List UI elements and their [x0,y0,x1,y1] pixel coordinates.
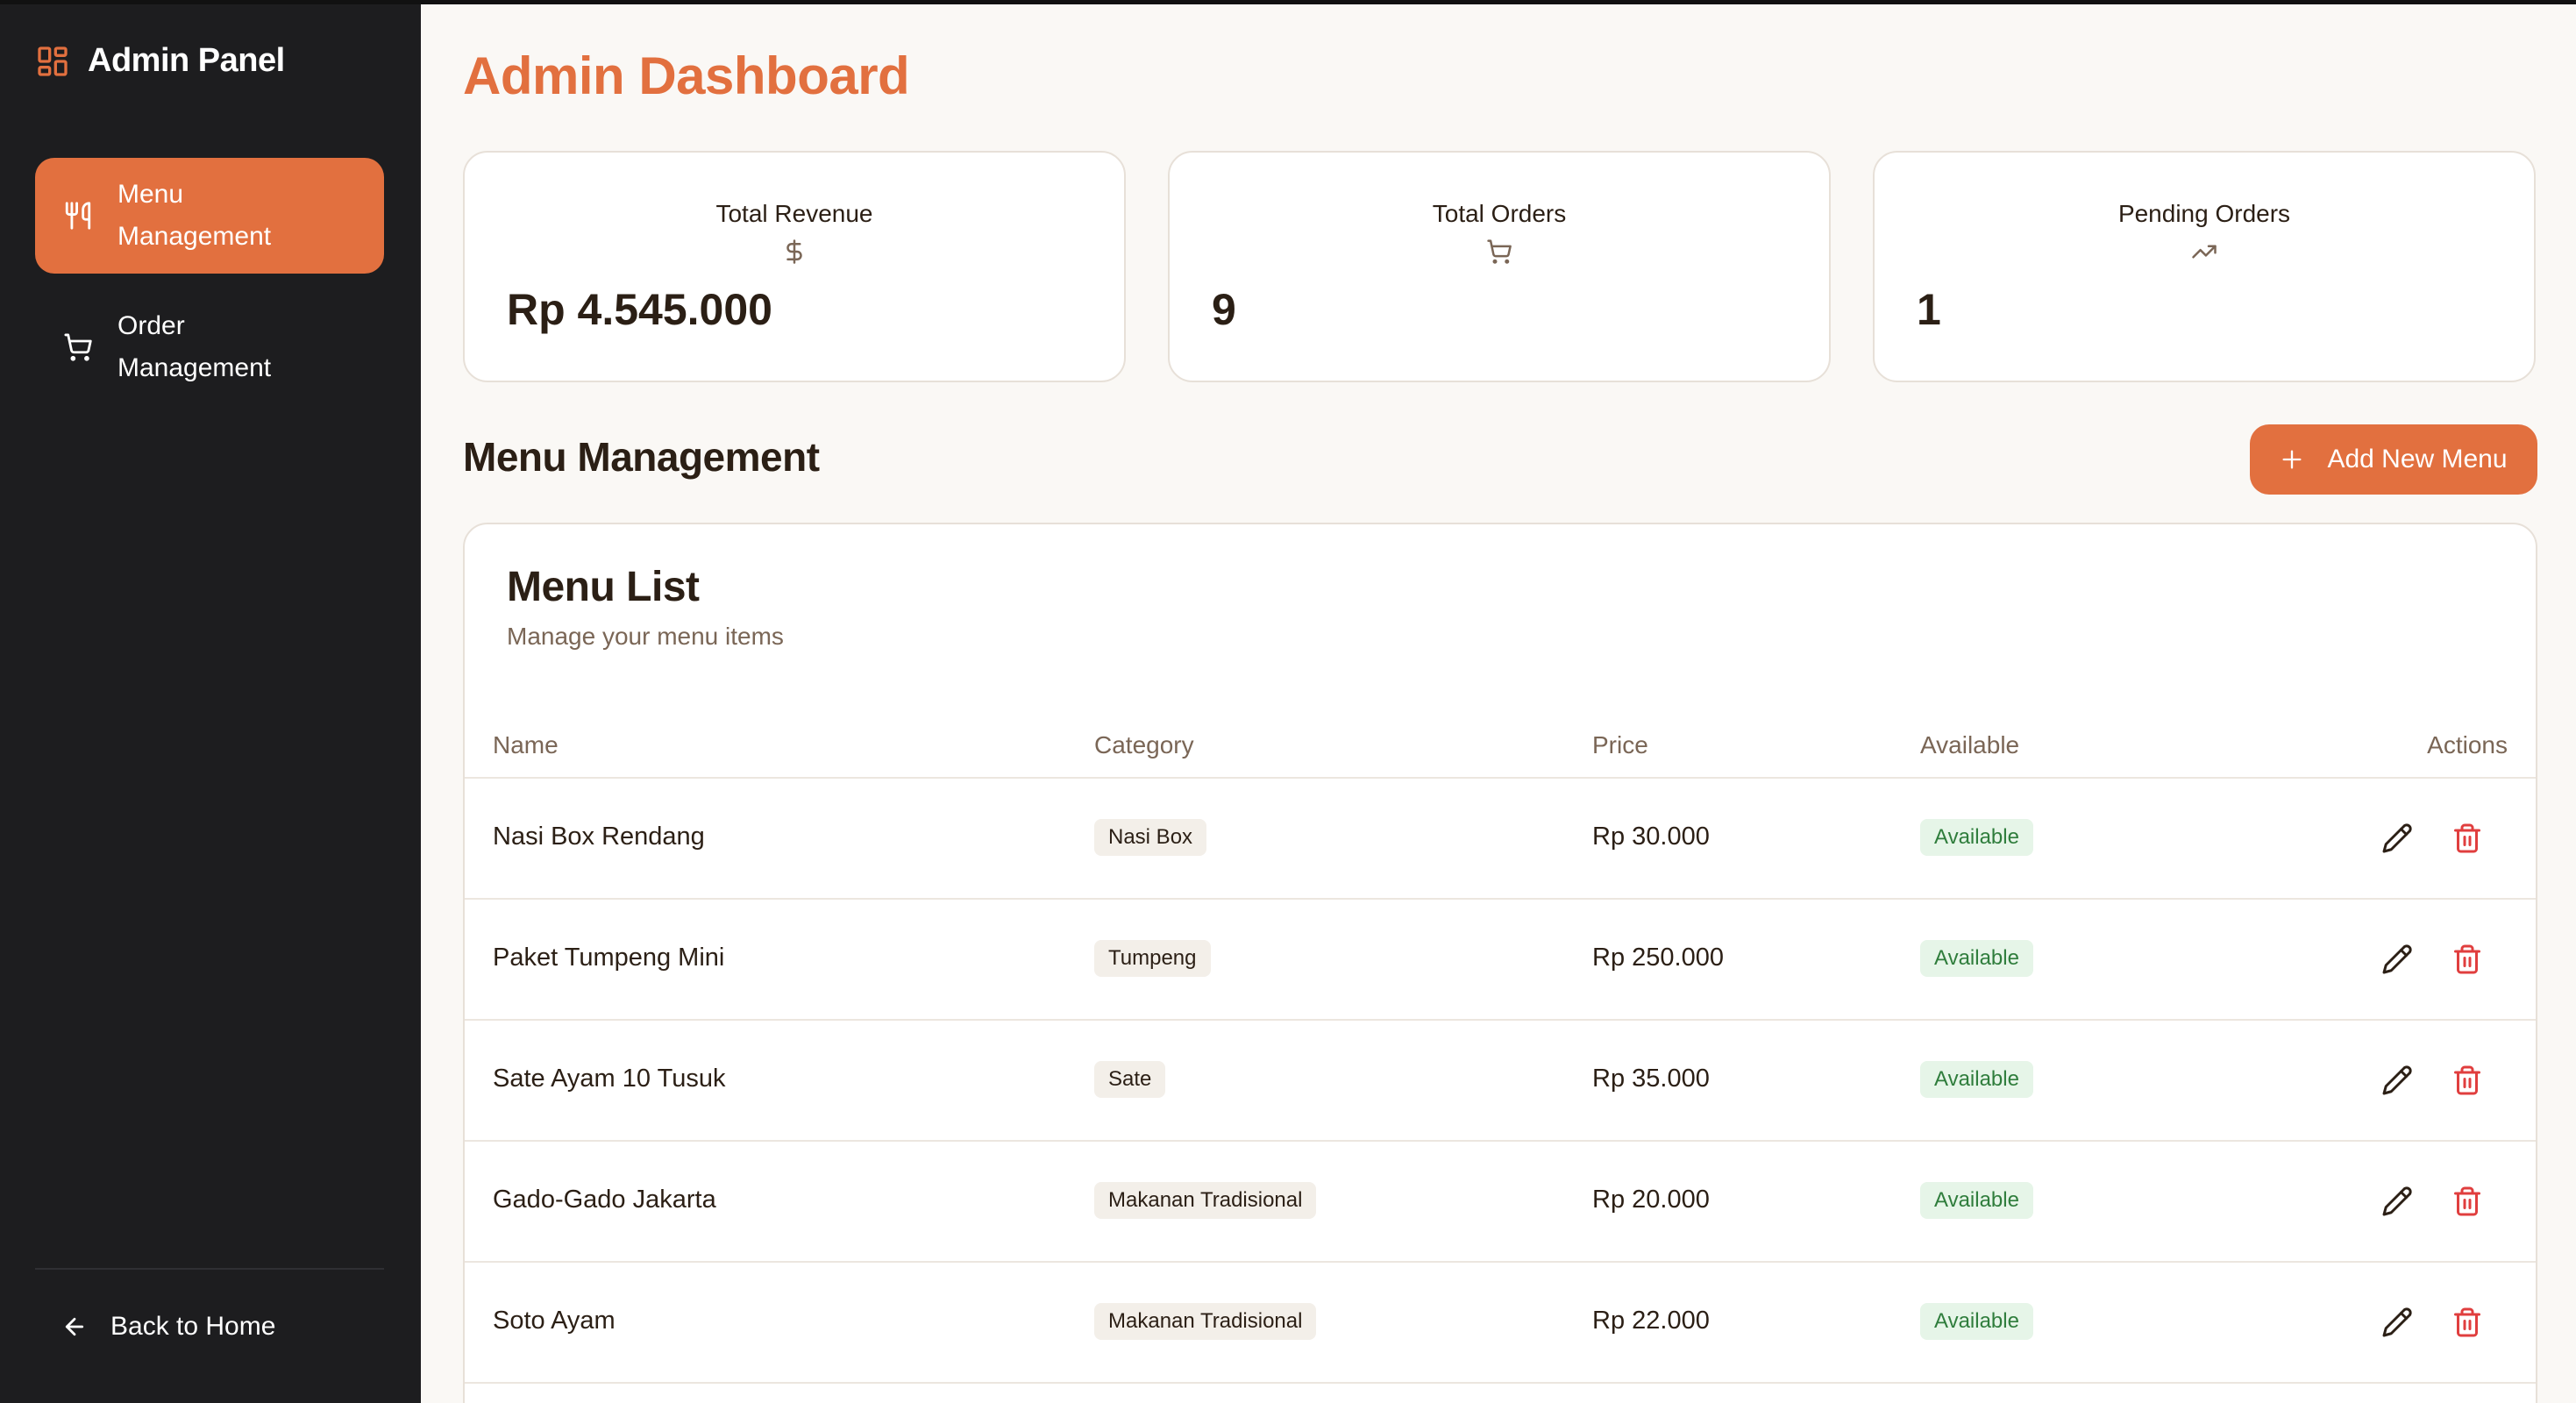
column-header-available: Available [1920,731,2020,758]
menu-price: Rp 35.000 [1592,1065,1710,1093]
window-top-edge [0,0,2576,4]
category-badge: Makanan Tradisional [1094,1303,1317,1340]
category-badge: Makanan Tradisional [1094,1182,1317,1219]
table-row: Nasi Box Rendang Nasi Box Rp 30.000 Avai… [465,779,2536,900]
menu-name: Gado-Gado Jakarta [493,1186,716,1214]
edit-pencil-icon[interactable] [2381,1186,2413,1217]
available-badge: Available [1920,819,2033,856]
edit-pencil-icon[interactable] [2381,944,2413,975]
column-header-actions: Actions [2427,731,2508,758]
menu-name: Paket Tumpeng Mini [493,944,725,972]
available-badge: Available [1920,1061,2033,1098]
menu-name: Soto Ayam [493,1307,616,1335]
column-header-category: Category [1094,731,1194,758]
column-header-price: Price [1592,731,1648,758]
stat-label: Pending Orders [2117,200,2291,227]
main-content: Admin Dashboard Total Revenue Rp 4.545.0… [421,0,2576,1403]
menu-list-subtitle: Manage your menu items [507,623,784,650]
cart-icon [64,333,92,361]
sidebar: Admin Panel Menu Management Order Manage… [0,0,421,1403]
table-row: Paket Tumpeng Mini Tumpeng Rp 250.000 Av… [465,900,2536,1021]
menu-list-card: Menu List Manage your menu items Name Ca… [463,523,2537,1403]
add-new-menu-button[interactable]: Add New Menu [2250,424,2537,495]
app-title: Admin Panel [88,42,285,79]
stat-card-total-revenue: Total Revenue Rp 4.545.000 [463,151,1126,382]
category-badge: Tumpeng [1094,940,1211,977]
table-row: Gado-Gado Jakarta Makanan Tradisional Rp… [465,1142,2536,1263]
edit-pencil-icon[interactable] [2381,823,2413,854]
sidebar-item-label: Menu Management [117,180,272,251]
menu-list-title: Menu List [507,564,700,610]
available-badge: Available [1920,1303,2033,1340]
sidebar-nav: Menu Management Order Management [35,158,384,421]
edit-pencil-icon[interactable] [2381,1065,2413,1096]
category-badge: Sate [1094,1061,1166,1098]
dollar-icon [786,239,802,264]
menu-name: Sate Ayam 10 Tusuk [493,1065,726,1093]
sidebar-item-order-management[interactable]: Order Management [35,289,384,405]
stat-value: 9 [1212,285,1236,334]
table-header: Name Category Price Available Actions [465,712,2536,779]
trash-icon[interactable] [2451,1186,2483,1217]
menu-price: Rp 20.000 [1592,1186,1710,1214]
stat-value: 1 [1917,285,1941,334]
trending-up-icon [2192,245,2217,259]
trash-icon[interactable] [2451,1065,2483,1096]
stat-card-pending-orders: Pending Orders 1 [1873,151,2536,382]
table-row: Soto Ayam Makanan Tradisional Rp 22.000 … [465,1263,2536,1384]
menu-name: Nasi Box Rendang [493,823,705,851]
back-to-home-label: Back to Home [110,1312,276,1341]
plus-icon [2282,450,2302,469]
stat-label: Total Revenue [715,200,873,227]
add-new-menu-label: Add New Menu [2327,445,2508,474]
page-title: Admin Dashboard [463,46,910,105]
sidebar-item-label: Order Management [117,311,272,382]
sidebar-divider [35,1268,384,1270]
trash-icon[interactable] [2451,1307,2483,1338]
available-badge: Available [1920,940,2033,977]
section-title: Menu Management [463,434,820,480]
trash-icon[interactable] [2451,823,2483,854]
edit-pencil-icon[interactable] [2381,1307,2413,1338]
utensils-icon [65,202,91,230]
sidebar-item-menu-management[interactable]: Menu Management [35,158,384,274]
stat-label: Total Orders [1432,200,1567,227]
stat-card-total-orders: Total Orders 9 [1168,151,1831,382]
column-header-name: Name [493,731,559,758]
available-badge: Available [1920,1182,2033,1219]
brand: Admin Panel [35,42,285,80]
menu-price: Rp 30.000 [1592,823,1710,851]
back-to-home-link[interactable]: Back to Home [61,1312,275,1342]
cart-icon [1487,239,1512,264]
menu-price: Rp 22.000 [1592,1307,1710,1335]
arrow-left-icon [65,1317,84,1336]
dashboard-grid-icon [38,46,68,76]
trash-icon[interactable] [2451,944,2483,975]
table-row: Sate Ayam 10 Tusuk Sate Rp 35.000 Availa… [465,1021,2536,1142]
stat-value: Rp 4.545.000 [507,285,772,334]
category-badge: Nasi Box [1094,819,1207,856]
menu-price: Rp 250.000 [1592,944,1724,972]
